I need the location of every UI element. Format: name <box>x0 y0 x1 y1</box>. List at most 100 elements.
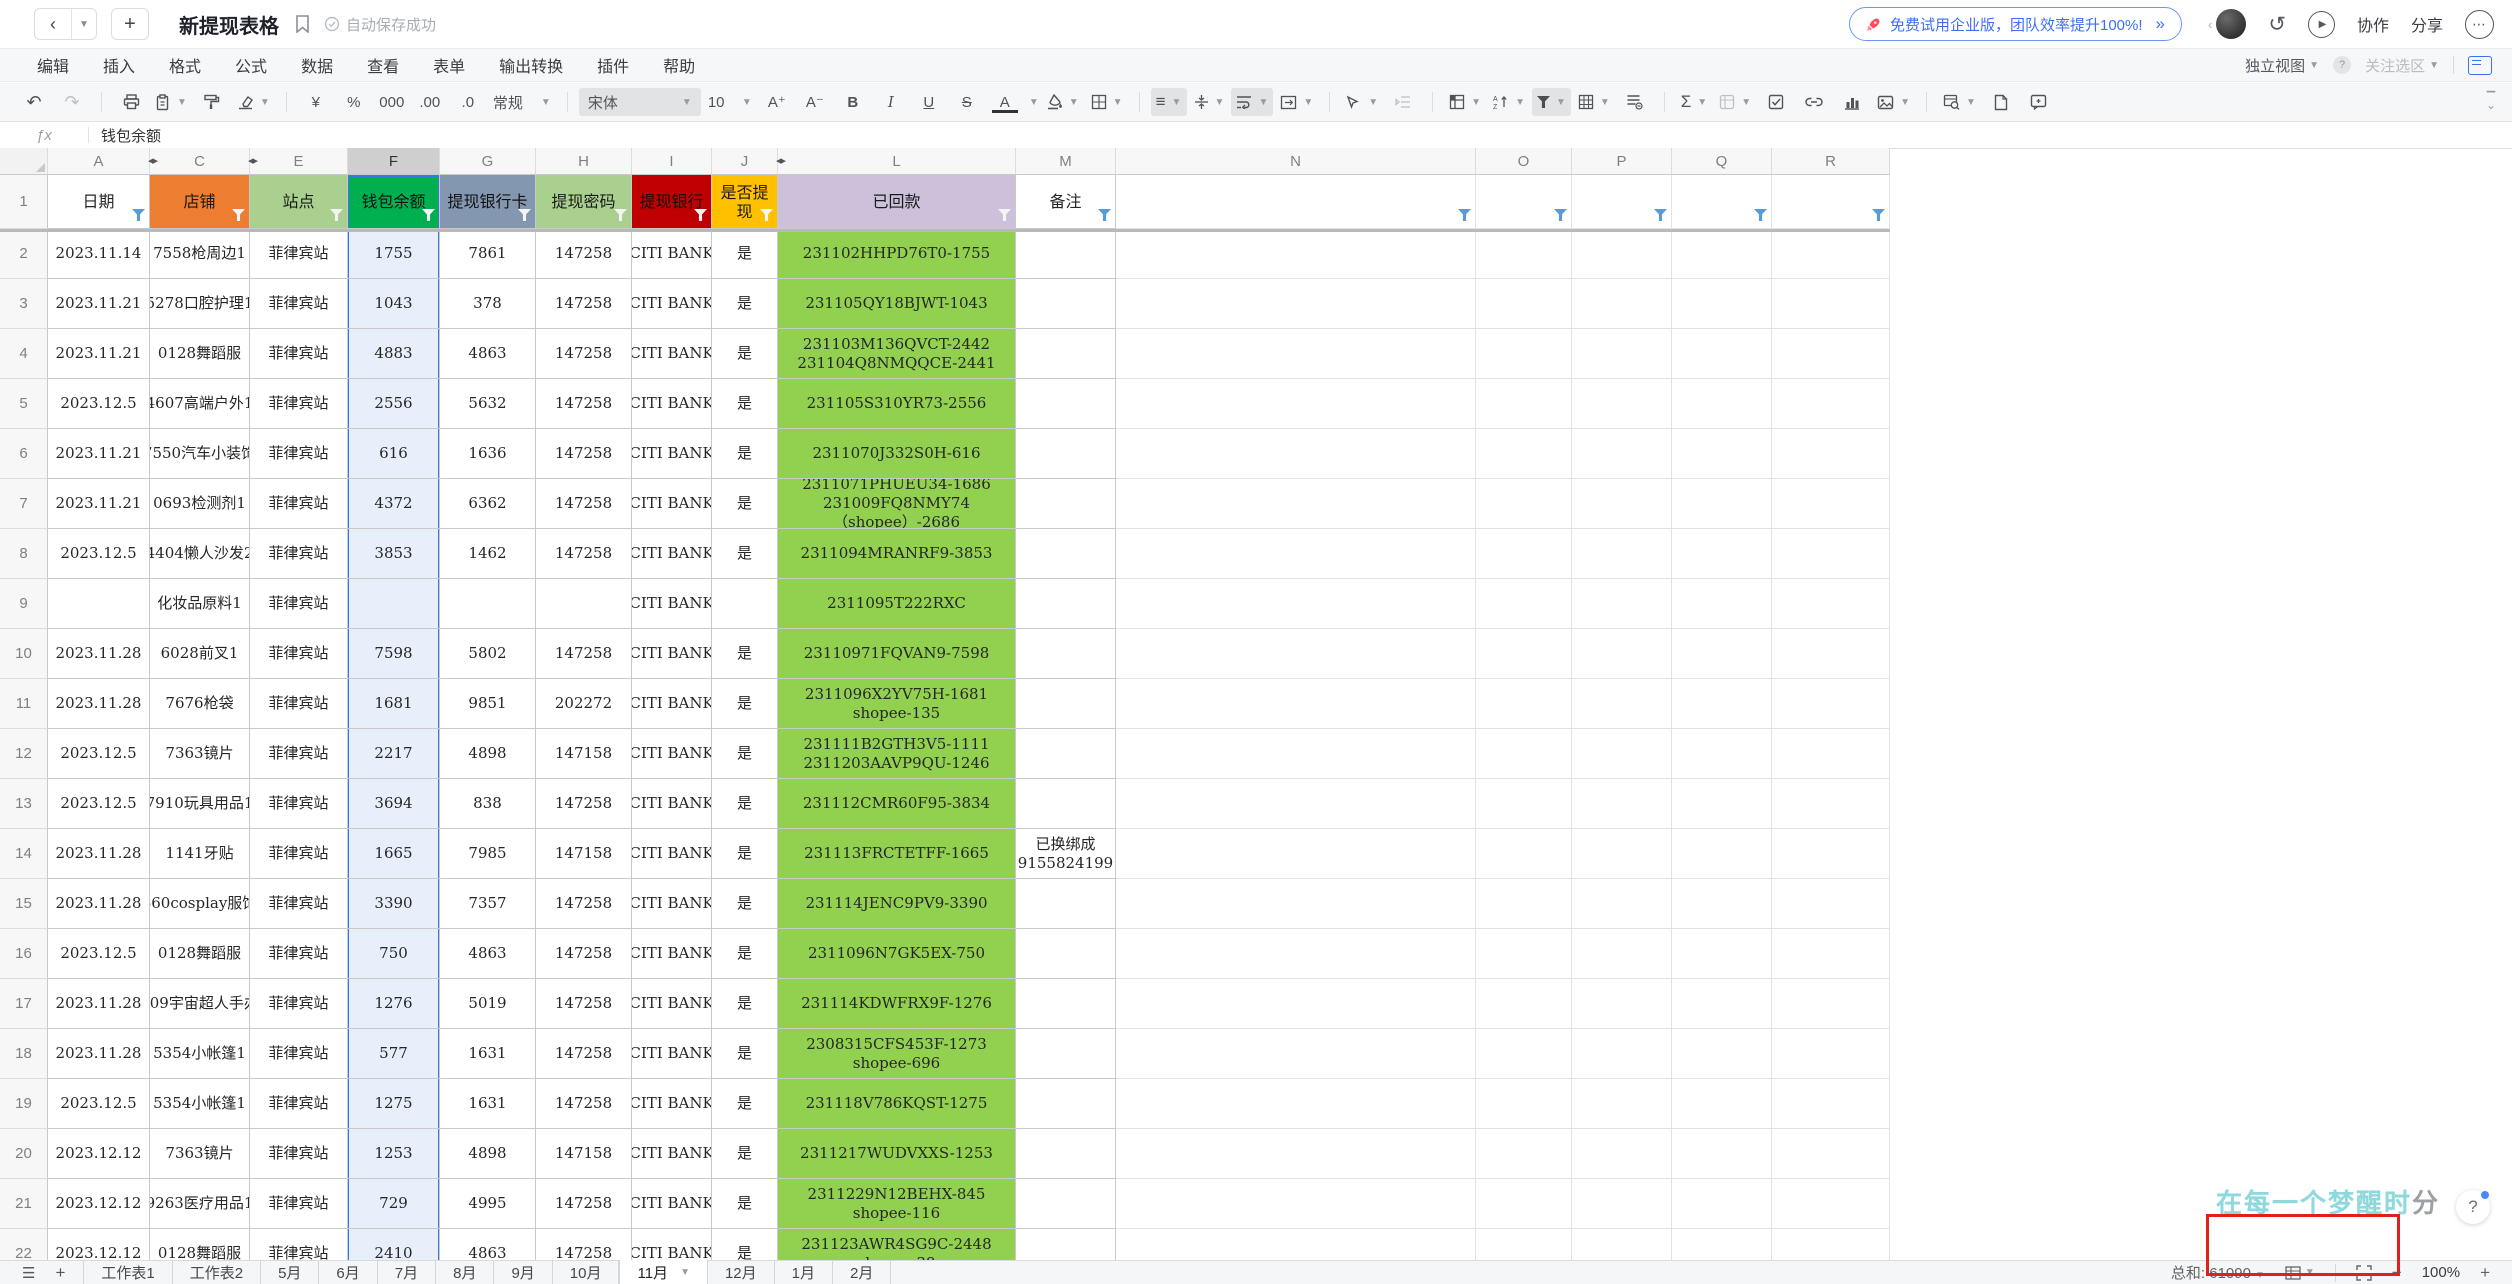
row-number-15[interactable]: 15 <box>0 879 48 929</box>
cell-J17[interactable]: 是 <box>712 979 778 1029</box>
cell-H3[interactable]: 147258 <box>536 279 632 329</box>
cell-G11[interactable]: 9851 <box>440 679 536 729</box>
cell-N19[interactable] <box>1116 1079 1476 1129</box>
cell-C22[interactable]: 0128舞蹈服 <box>150 1229 250 1262</box>
document-icon[interactable] <box>1983 88 2019 116</box>
row-number-22[interactable]: 22 <box>0 1229 48 1262</box>
cell-A21[interactable]: 2023.12.12 <box>48 1179 150 1229</box>
sum-button[interactable]: Σ ▼ <box>1676 88 1712 116</box>
header-cell-Q1[interactable] <box>1672 175 1772 229</box>
selection-sum[interactable]: 总和: 61090 ▼ <box>2171 1262 2265 1283</box>
cell-H12[interactable]: 147158 <box>536 729 632 779</box>
cell-F5[interactable]: 2556 <box>348 379 440 429</box>
cell-A5[interactable]: 2023.12.5 <box>48 379 150 429</box>
cell-F13[interactable]: 3694 <box>348 779 440 829</box>
filter-icon[interactable] <box>422 209 435 221</box>
cell-E11[interactable]: 菲律宾站 <box>250 679 348 729</box>
cell-E12[interactable]: 菲律宾站 <box>250 729 348 779</box>
cell-J5[interactable]: 是 <box>712 379 778 429</box>
font-increase-button[interactable]: A⁺ <box>759 88 795 116</box>
cell-N13[interactable] <box>1116 779 1476 829</box>
sheet-tab-8月[interactable]: 8月 <box>436 1261 495 1284</box>
cell-M11[interactable] <box>1016 679 1116 729</box>
cell-M13[interactable] <box>1016 779 1116 829</box>
row-number-14[interactable]: 14 <box>0 829 48 879</box>
cell-Q4[interactable] <box>1672 329 1772 379</box>
cell-C4[interactable]: 0128舞蹈服 <box>150 329 250 379</box>
header-cell-P1[interactable] <box>1572 175 1672 229</box>
row-number-13[interactable]: 13 <box>0 779 48 829</box>
cell-M4[interactable] <box>1016 329 1116 379</box>
cell-N22[interactable] <box>1116 1229 1476 1262</box>
filter-icon[interactable] <box>518 209 531 221</box>
cell-G9[interactable] <box>440 579 536 629</box>
cell-M12[interactable] <box>1016 729 1116 779</box>
cell-P9[interactable] <box>1572 579 1672 629</box>
cell-C20[interactable]: 7363镜片 <box>150 1129 250 1179</box>
cell-H16[interactable]: 147258 <box>536 929 632 979</box>
cell-C14[interactable]: 1141牙贴 <box>150 829 250 879</box>
cell-H22[interactable]: 147258 <box>536 1229 632 1262</box>
column-header-G[interactable]: G <box>440 148 536 175</box>
cell-O9[interactable] <box>1476 579 1572 629</box>
comment-panel-icon[interactable] <box>2468 55 2492 75</box>
cell-N12[interactable] <box>1116 729 1476 779</box>
cell-F15[interactable]: 3390 <box>348 879 440 929</box>
cell-R4[interactable] <box>1772 329 1890 379</box>
cell-E9[interactable]: 菲律宾站 <box>250 579 348 629</box>
cell-E8[interactable]: 菲律宾站 <box>250 529 348 579</box>
menu-item-view[interactable]: 查看 <box>350 53 416 77</box>
cell-N21[interactable] <box>1116 1179 1476 1229</box>
column-header-F[interactable]: F <box>348 148 440 175</box>
cell-J9[interactable] <box>712 579 778 629</box>
cell-A3[interactable]: 2023.11.21 <box>48 279 150 329</box>
cell-O22[interactable] <box>1476 1229 1572 1262</box>
cell-E19[interactable]: 菲律宾站 <box>250 1079 348 1129</box>
cell-M8[interactable] <box>1016 529 1116 579</box>
cell-C7[interactable]: 0693检测剂1 <box>150 479 250 529</box>
cell-Q8[interactable] <box>1672 529 1772 579</box>
cell-J12[interactable]: 是 <box>712 729 778 779</box>
hyperlink-icon[interactable] <box>1796 88 1832 116</box>
cell-N6[interactable] <box>1116 429 1476 479</box>
cell-G18[interactable]: 1631 <box>440 1029 536 1079</box>
cell-F18[interactable]: 577 <box>348 1029 440 1079</box>
cell-G4[interactable]: 4863 <box>440 329 536 379</box>
header-cell-O1[interactable] <box>1476 175 1572 229</box>
cell-O19[interactable] <box>1476 1079 1572 1129</box>
cell-J15[interactable]: 是 <box>712 879 778 929</box>
cell-F9[interactable] <box>348 579 440 629</box>
cell-L2[interactable]: 231102HHPD76T0-1755 <box>778 229 1016 279</box>
cell-F10[interactable]: 7598 <box>348 629 440 679</box>
cell-C12[interactable]: 7363镜片 <box>150 729 250 779</box>
cell-H4[interactable]: 147258 <box>536 329 632 379</box>
font-decrease-button[interactable]: A⁻ <box>797 88 833 116</box>
cell-G2[interactable]: 7861 <box>440 229 536 279</box>
cell-L5[interactable]: 231105S310YR73-2556 <box>778 379 1016 429</box>
cell-Q7[interactable] <box>1672 479 1772 529</box>
cell-J22[interactable]: 是 <box>712 1229 778 1262</box>
collapse-toolbar-icon[interactable]: ▔ ⌄ <box>2486 93 2496 112</box>
filter-icon[interactable] <box>132 209 145 221</box>
cell-P20[interactable] <box>1572 1129 1672 1179</box>
row-number-3[interactable]: 3 <box>0 279 48 329</box>
cell-H10[interactable]: 147258 <box>536 629 632 679</box>
cell-C18[interactable]: 5354小帐篷1 <box>150 1029 250 1079</box>
cell-J13[interactable]: 是 <box>712 779 778 829</box>
cell-R11[interactable] <box>1772 679 1890 729</box>
back-dropdown[interactable]: ▼ <box>72 9 96 39</box>
indent-icon[interactable] <box>1385 88 1421 116</box>
cell-F14[interactable]: 1665 <box>348 829 440 879</box>
more-menu-icon[interactable]: ⋯ <box>2465 9 2494 39</box>
cell-R6[interactable] <box>1772 429 1890 479</box>
cell-G10[interactable]: 5802 <box>440 629 536 679</box>
cell-C13[interactable]: 7910玩具用品1 <box>150 779 250 829</box>
column-header-H[interactable]: H <box>536 148 632 175</box>
cell-A11[interactable]: 2023.11.28 <box>48 679 150 729</box>
redo-button[interactable]: ↷ <box>54 88 90 116</box>
column-header-M[interactable]: M <box>1016 148 1116 175</box>
cell-L20[interactable]: 2311217WUDVXXS-1253 <box>778 1129 1016 1179</box>
header-cell-A1[interactable]: 日期 <box>48 175 150 229</box>
cell-O11[interactable] <box>1476 679 1572 729</box>
cell-Q2[interactable] <box>1672 229 1772 279</box>
